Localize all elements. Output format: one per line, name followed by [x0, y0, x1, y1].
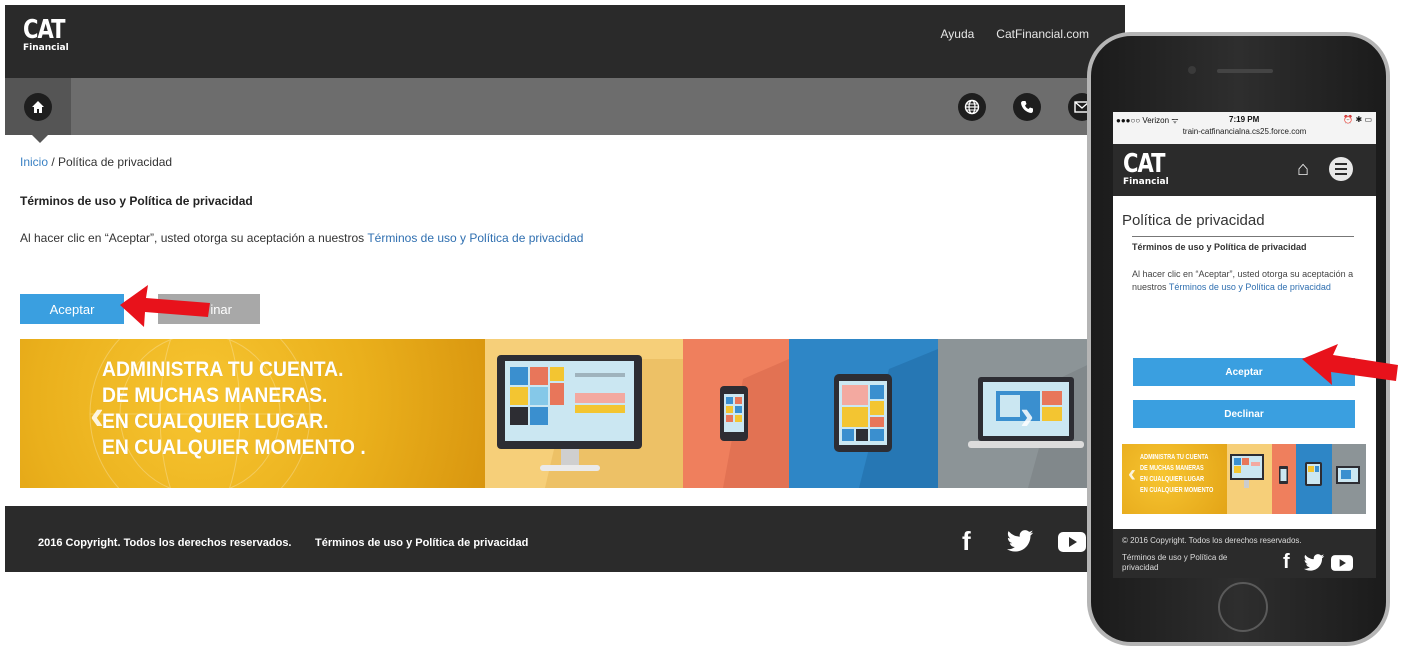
phone-home-button[interactable]: [1218, 582, 1268, 632]
banner-tablet-panel: [789, 339, 938, 488]
mobile-footer: © 2016 Copyright. Todos los derechos res…: [1113, 529, 1376, 578]
catfinancial-link[interactable]: CatFinancial.com: [996, 27, 1089, 41]
home-icon[interactable]: [24, 93, 52, 121]
mobile-banner-headline: ADMINISTRA TU CUENTA DE MUCHAS MANERAS E…: [1140, 452, 1232, 496]
mobile-decline-button[interactable]: Declinar: [1133, 400, 1355, 428]
logo-financial-text: Financial: [23, 43, 69, 53]
status-bar: ●●●○○ Verizon ᯤ 7:19 PM ⏰ ✱ ▭ train-catf…: [1113, 112, 1376, 144]
accept-button[interactable]: Aceptar: [20, 294, 124, 324]
mobile-banner-tablet: [1296, 444, 1332, 514]
mobile-facebook-icon[interactable]: f: [1283, 551, 1290, 574]
mobile-laptop-illustration: [1336, 466, 1360, 484]
logo-cat-text: CAT: [23, 15, 66, 45]
top-header: CAT Financial Ayuda CatFinancial.com: [5, 5, 1125, 78]
consent-text-body: Al hacer clic en “Aceptar”, usted otorga…: [20, 231, 368, 245]
mobile-banner-line-3: EN CUALQUIER LUGAR: [1140, 476, 1205, 483]
globe-icon[interactable]: [958, 93, 986, 121]
breadcrumb-separator: /: [48, 155, 59, 169]
terms-link[interactable]: Términos de uso y Política de privacidad: [367, 231, 583, 245]
desktop-monitor-illustration: [497, 355, 683, 488]
mobile-consent-text: Al hacer clic en “Aceptar”, usted otorga…: [1132, 268, 1357, 294]
phone-frame: ●●●○○ Verizon ᯤ 7:19 PM ⏰ ✱ ▭ train-catf…: [1087, 32, 1390, 646]
status-indicators: ⏰ ✱ ▭: [1343, 115, 1372, 124]
hamburger-menu-icon[interactable]: [1329, 157, 1353, 181]
mobile-banner-desktop: [1227, 444, 1272, 514]
mobile-youtube-icon[interactable]: [1331, 555, 1353, 571]
mobile-footer-terms-link[interactable]: Términos de uso y Política de privacidad: [1122, 553, 1242, 573]
banner-line-4: EN CUALQUIER MOMENTO .: [102, 436, 366, 459]
breadcrumb-current: Política de privacidad: [58, 155, 173, 169]
front-camera: [1188, 66, 1196, 74]
title-divider: [1132, 236, 1354, 237]
footer-copyright: 2016 Copyright. Todos los derechos reser…: [38, 537, 292, 549]
address-bar-url[interactable]: train-catfinancialna.cs25.force.com: [1113, 127, 1376, 136]
screenshot-stage: CAT Financial Ayuda CatFinancial.com Ini…: [0, 0, 1405, 646]
mobile-cat-logo[interactable]: CAT Financial: [1123, 151, 1169, 187]
mobile-banner-line-2: DE MUCHAS MANERAS: [1140, 465, 1204, 472]
banner-prev-arrow[interactable]: ‹: [90, 391, 104, 439]
mobile-logo-financial-text: Financial: [1123, 177, 1169, 187]
phone-icon[interactable]: [1013, 93, 1041, 121]
banner-headline: ADMINISTRA TU CUENTA. DE MUCHAS MANERAS.…: [102, 357, 389, 461]
mobile-banner-laptop: [1332, 444, 1366, 514]
breadcrumb-home-link[interactable]: Inicio: [20, 155, 48, 169]
mobile-banner-line-4: EN CUALQUIER MOMENTO: [1140, 487, 1214, 494]
mobile-banner-phone: [1272, 444, 1296, 514]
mobile-section-title: Términos de uso y Política de privacidad: [1132, 242, 1307, 252]
mobile-footer-copyright: © 2016 Copyright. Todos los derechos res…: [1122, 536, 1302, 545]
mobile-monitor-illustration: [1230, 454, 1264, 488]
facebook-icon[interactable]: f: [962, 526, 971, 557]
promo-banner: ADMINISTRA TU CUENTA. DE MUCHAS MANERAS.…: [20, 339, 1100, 488]
footer-terms-link[interactable]: Términos de uso y Política de privacidad: [315, 537, 528, 549]
banner-next-arrow[interactable]: ›: [1020, 391, 1034, 439]
mobile-twitter-icon[interactable]: [1303, 554, 1325, 571]
mobile-phone-illustration: [1279, 466, 1288, 484]
mobile-home-icon[interactable]: ⌂: [1297, 158, 1309, 181]
top-links: Ayuda CatFinancial.com: [940, 27, 1089, 41]
mobile-banner-prev-arrow[interactable]: ‹: [1128, 460, 1136, 488]
mobile-header: CAT Financial ⌂: [1113, 144, 1376, 196]
status-time: 7:19 PM: [1229, 115, 1260, 124]
annotation-arrow-desktop: [120, 285, 210, 327]
mobile-banner-line-1: ADMINISTRA TU CUENTA: [1140, 454, 1209, 461]
banner-line-1: ADMINISTRA TU CUENTA.: [102, 358, 344, 381]
help-link[interactable]: Ayuda: [940, 27, 974, 41]
cat-financial-logo[interactable]: CAT Financial: [23, 17, 69, 53]
mobile-terms-link[interactable]: Términos de uso y Política de privacidad: [1169, 282, 1331, 292]
banner-line-3: EN CUALQUIER LUGAR.: [102, 410, 329, 433]
banner-line-2: DE MUCHAS MANERAS.: [102, 384, 328, 407]
twitter-icon[interactable]: [1006, 530, 1034, 552]
mobile-tablet-illustration: [1305, 462, 1322, 486]
youtube-icon[interactable]: [1058, 532, 1086, 552]
mobile-logo-cat-text: CAT: [1123, 149, 1166, 179]
tablet-illustration: [834, 349, 938, 488]
carrier-signal: ●●●○○ Verizon ᯤ: [1116, 116, 1179, 125]
breadcrumb: Inicio / Política de privacidad: [20, 155, 172, 169]
mobile-page-title: Política de privacidad: [1122, 212, 1265, 229]
banner-desktop-panel: [485, 339, 683, 488]
earpiece: [1217, 69, 1273, 73]
banner-laptop-panel: [938, 339, 1100, 488]
page-title: Términos de uso y Política de privacidad: [20, 194, 253, 208]
laptop-illustration: [968, 359, 1100, 488]
banner-phone-panel: [683, 339, 789, 488]
mobile-promo-banner: ADMINISTRA TU CUENTA DE MUCHAS MANERAS E…: [1122, 444, 1366, 514]
nav-bar: [5, 78, 1125, 143]
home-tab-caret: [31, 134, 49, 143]
phone-illustration: [720, 359, 789, 488]
home-tab[interactable]: [5, 78, 71, 143]
consent-text: Al hacer clic en “Aceptar”, usted otorga…: [20, 231, 583, 245]
footer: 2016 Copyright. Todos los derechos reser…: [5, 506, 1125, 572]
annotation-arrow-mobile: [1302, 344, 1398, 385]
